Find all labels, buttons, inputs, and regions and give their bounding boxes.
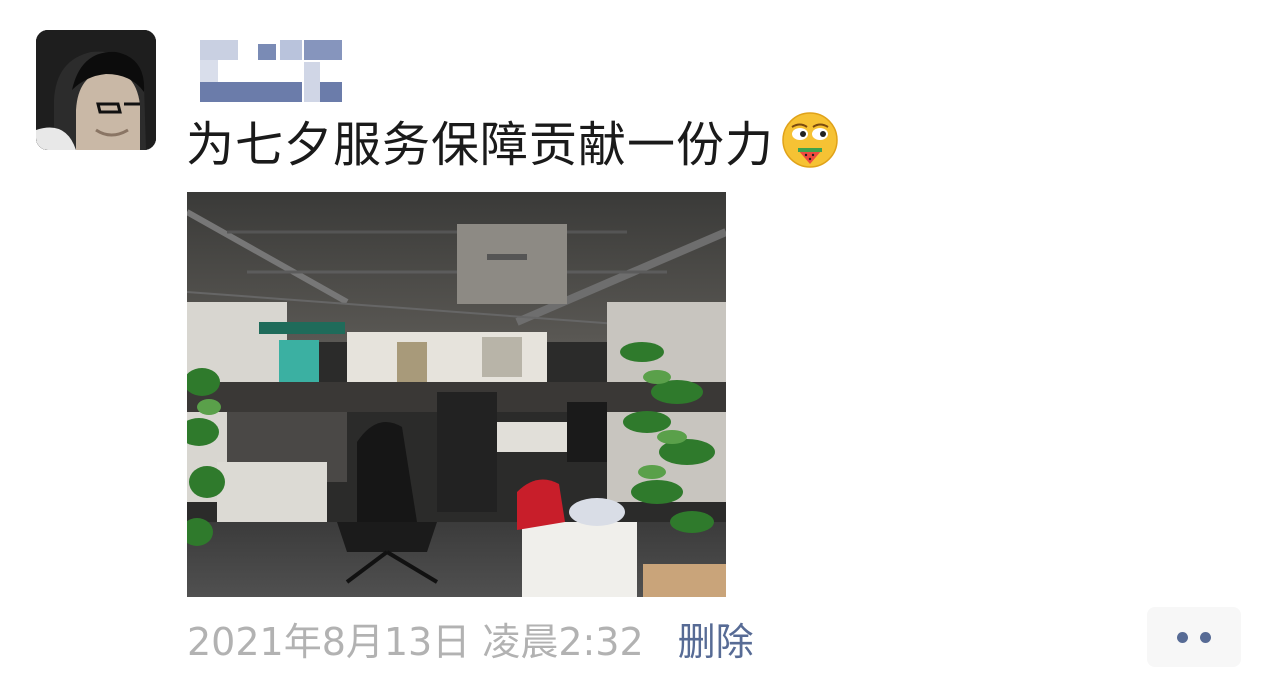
delete-button[interactable]: 删除 bbox=[678, 611, 754, 666]
post-meta: 2021年8月13日 凌晨2:32 删除 bbox=[187, 608, 754, 668]
more-dots-icon[interactable] bbox=[1147, 607, 1241, 667]
post-text-content: 为七夕服务保障贡献一份力 bbox=[186, 117, 775, 173]
post-timestamp: 2021年8月13日 凌晨2:32 bbox=[187, 619, 644, 664]
more-dot bbox=[1200, 631, 1211, 643]
moments-post: 为七夕服务保障贡献一份力 2021年8月13日 凌晨2:32 删除 bbox=[0, 0, 1284, 698]
post-photo[interactable] bbox=[187, 192, 726, 597]
post-text: 为七夕服务保障贡献一份力 bbox=[186, 108, 840, 173]
more-dot bbox=[1177, 631, 1188, 643]
username-blurred[interactable] bbox=[200, 40, 342, 102]
drooling-watermelon-emoji-icon bbox=[780, 110, 840, 170]
avatar[interactable] bbox=[36, 30, 156, 150]
